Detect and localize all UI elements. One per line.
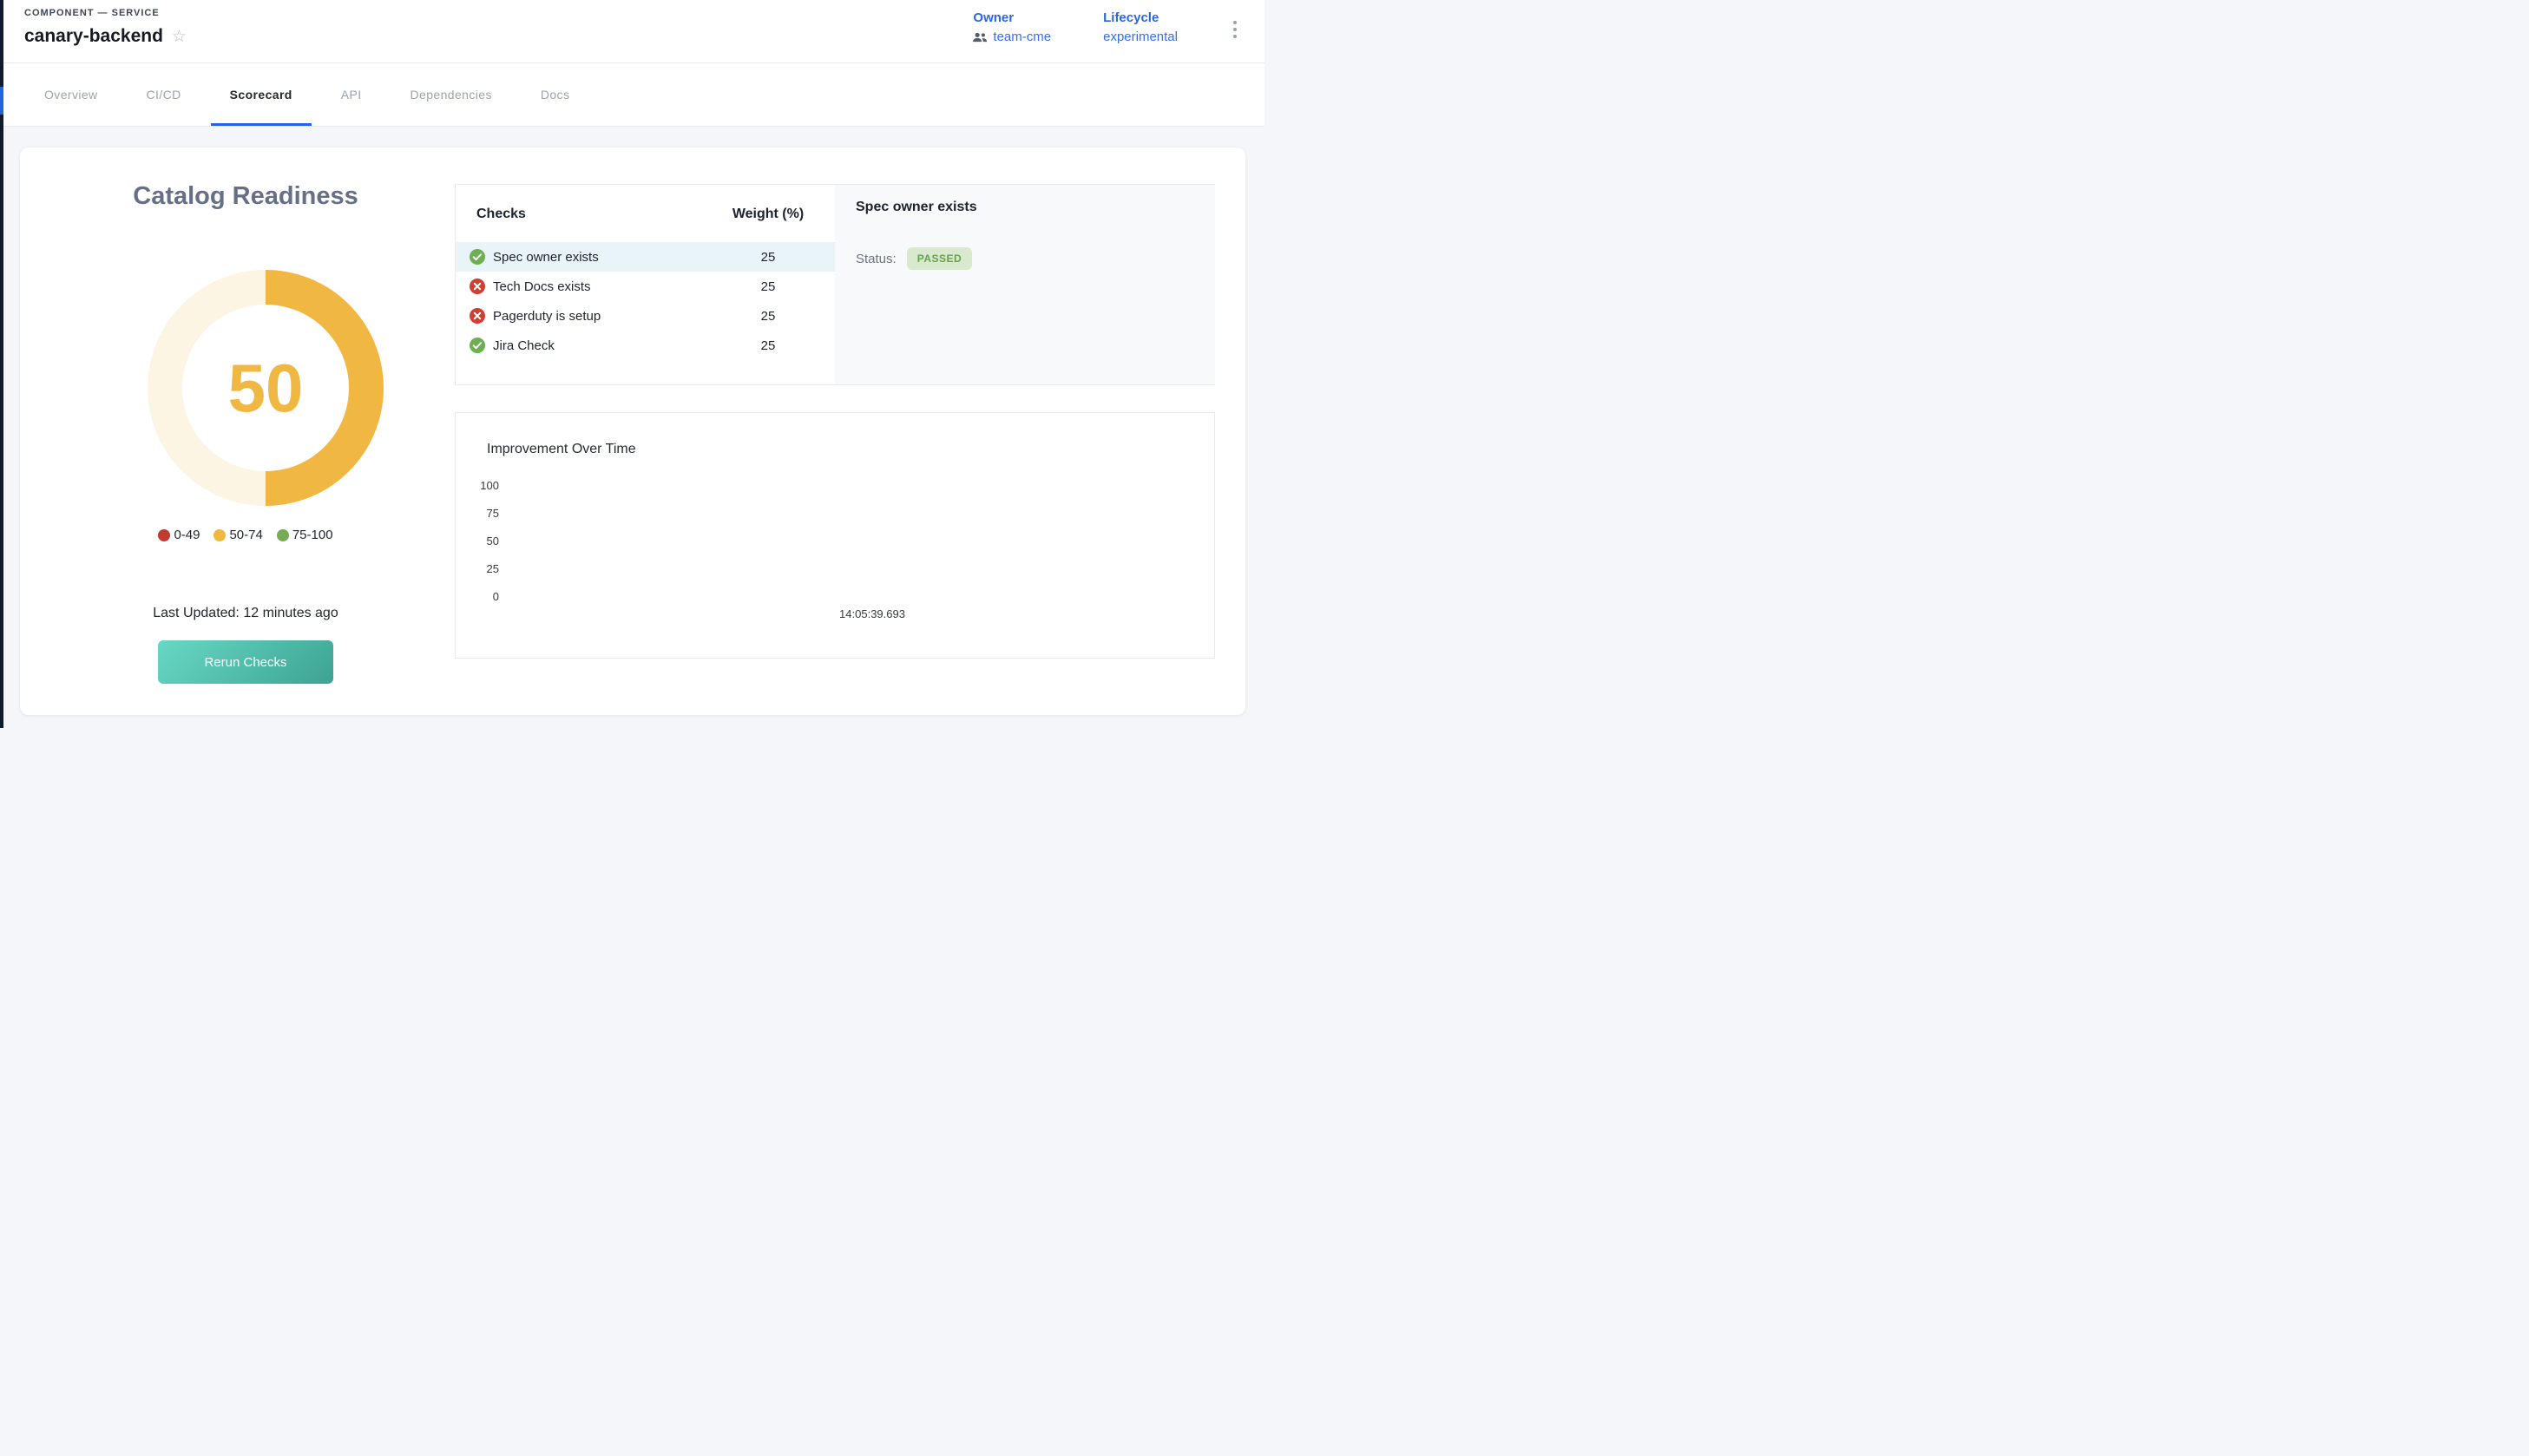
- chart-title: Improvement Over Time: [487, 442, 636, 457]
- check-row-pagerduty[interactable]: Pagerduty is setup 25: [456, 301, 835, 331]
- gauge-legend: 0-49 50-74 75-100: [20, 528, 471, 542]
- owner-label: Owner: [973, 10, 1051, 25]
- y-tick: 0: [456, 590, 499, 603]
- checks-list: Spec owner exists 25 Tech Docs exists 25…: [456, 242, 835, 360]
- score-gauge: 50: [148, 270, 384, 506]
- check-row-tech-docs[interactable]: Tech Docs exists 25: [456, 272, 835, 301]
- collapsed-sidebar[interactable]: [0, 0, 3, 728]
- legend-item-high: 75-100: [277, 528, 333, 542]
- owner-block: Owner team-cme: [973, 10, 1051, 44]
- y-tick: 75: [456, 507, 499, 520]
- more-options-kebab-icon[interactable]: [1230, 16, 1240, 43]
- tab-dependencies[interactable]: Dependencies: [391, 63, 511, 126]
- legend-item-mid: 50-74: [213, 528, 262, 542]
- score-value: 50: [148, 270, 384, 506]
- sidebar-active-indicator: [0, 87, 3, 115]
- rerun-checks-button[interactable]: Rerun Checks: [158, 640, 333, 684]
- checks-card: Checks Weight (%) Spec owner exists 25 T…: [455, 184, 1215, 385]
- favorite-star-icon[interactable]: ☆: [172, 29, 187, 45]
- readiness-summary: Catalog Readiness 50 0-49 50-74 75-100 L…: [20, 148, 471, 715]
- legend-dot-amber: [213, 529, 226, 541]
- check-fail-icon: [470, 279, 485, 294]
- last-updated-text: Last Updated: 12 minutes ago: [20, 606, 471, 621]
- tab-cicd[interactable]: CI/CD: [128, 63, 200, 126]
- legend-dot-red: [158, 529, 170, 541]
- status-badge: PASSED: [907, 247, 972, 270]
- tab-scorecard[interactable]: Scorecard: [211, 63, 312, 126]
- check-fail-icon: [470, 308, 485, 324]
- check-pass-icon: [470, 338, 485, 353]
- page-title: canary-backend: [24, 26, 163, 47]
- legend-dot-green: [277, 529, 289, 541]
- y-tick: 100: [456, 479, 499, 492]
- tab-docs[interactable]: Docs: [522, 63, 589, 126]
- check-detail-title: Spec owner exists: [856, 200, 977, 215]
- lifecycle-label: Lifecycle: [1103, 10, 1178, 25]
- legend-item-low: 0-49: [158, 528, 200, 542]
- check-pass-icon: [470, 249, 485, 265]
- y-tick: 50: [456, 535, 499, 548]
- tab-api[interactable]: API: [322, 63, 381, 126]
- check-row-jira[interactable]: Jira Check 25: [456, 331, 835, 360]
- tab-overview[interactable]: Overview: [25, 63, 117, 126]
- checks-column-header: Checks: [476, 207, 526, 222]
- people-icon: [973, 32, 988, 43]
- improvement-chart-card: Improvement Over Time 100 75 50 25 0 14:…: [455, 412, 1215, 659]
- lifecycle-value[interactable]: experimental: [1103, 30, 1178, 44]
- scorecard-panel: Catalog Readiness 50 0-49 50-74 75-100 L…: [20, 148, 1245, 715]
- breadcrumb: COMPONENT — SERVICE: [24, 8, 160, 18]
- scorecard-title: Catalog Readiness: [20, 182, 471, 211]
- check-row-spec-owner[interactable]: Spec owner exists 25: [456, 242, 835, 272]
- status-label: Status:: [856, 252, 897, 266]
- y-tick: 25: [456, 562, 499, 575]
- chart-x-tick: 14:05:39.693: [807, 607, 937, 620]
- owner-link[interactable]: team-cme: [973, 30, 1051, 44]
- entity-tabbar: Overview CI/CD Scorecard API Dependencie…: [3, 63, 1264, 127]
- weight-column-header: Weight (%): [716, 207, 820, 222]
- owner-value: team-cme: [993, 30, 1051, 44]
- entity-header: COMPONENT — SERVICE canary-backend ☆ Own…: [3, 0, 1264, 63]
- lifecycle-block: Lifecycle experimental: [1103, 10, 1178, 44]
- check-detail-panel: Spec owner exists Status: PASSED: [835, 185, 1215, 384]
